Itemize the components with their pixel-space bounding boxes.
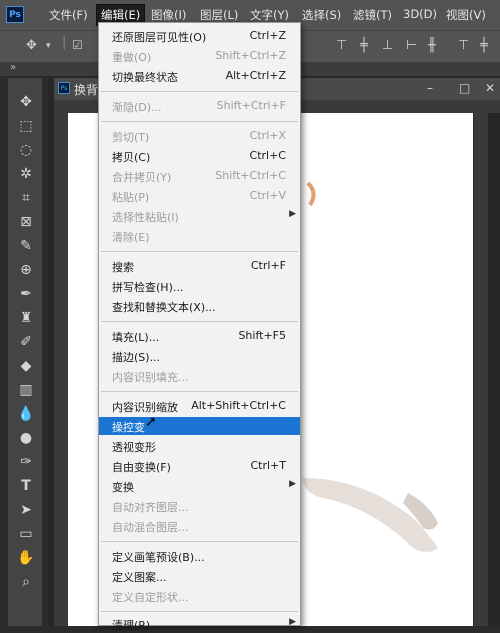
menu-item-clear[interactable]: 清除(E) bbox=[99, 227, 300, 245]
menu-separator bbox=[101, 91, 298, 92]
menu-item-define-custom-shape[interactable]: 定义自定形状... bbox=[99, 587, 300, 605]
minimize-icon[interactable]: – bbox=[427, 81, 433, 95]
menu-separator bbox=[101, 391, 298, 392]
align-left-icon[interactable]: ⊢ bbox=[406, 38, 417, 53]
menu-type[interactable]: 文字(Y) bbox=[250, 7, 289, 23]
menu-file[interactable]: 文件(F) bbox=[49, 7, 88, 23]
collapse-panels-icon[interactable]: » bbox=[10, 62, 16, 73]
edit-menu-dropdown: 还原图层可见性(O) Ctrl+Z 重做(O) Shift+Ctrl+Z 切换最终状… bbox=[98, 22, 301, 632]
photoshop-logo-icon: Ps bbox=[6, 6, 24, 23]
gradient-tool-icon[interactable]: ▥ bbox=[15, 380, 37, 400]
menu-item-purge[interactable]: 清理(R) ▶ bbox=[99, 615, 300, 633]
submenu-arrow-icon: ▶ bbox=[289, 479, 296, 489]
menu-separator bbox=[101, 121, 298, 122]
blur-tool-icon[interactable]: 💧 bbox=[15, 404, 37, 424]
menu-item-paste-special[interactable]: 选择性粘贴(I) ▶ bbox=[99, 207, 300, 225]
menu-item-search[interactable]: 搜索 Ctrl+F bbox=[99, 257, 300, 275]
menu-item-define-pattern[interactable]: 定义图案... bbox=[99, 567, 300, 585]
menu-separator bbox=[101, 611, 298, 612]
menu-item-auto-blend-layers[interactable]: 自动混合图层... bbox=[99, 517, 300, 535]
submenu-arrow-icon: ▶ bbox=[289, 209, 296, 219]
type-tool-icon[interactable]: T bbox=[15, 476, 37, 496]
menu-item-copy-merged[interactable]: 合并拷贝(Y) Shift+Ctrl+C bbox=[99, 167, 300, 185]
ps-doc-icon: Ps bbox=[58, 82, 70, 94]
eyedropper-tool-icon[interactable]: ✎ bbox=[15, 236, 37, 256]
menu-item-spell-check[interactable]: 拼写检查(H)... bbox=[99, 277, 300, 295]
watermark-brand: Bai 经验 bbox=[384, 574, 449, 592]
distribute-vcenter-icon[interactable]: ╪ bbox=[480, 38, 488, 53]
menu-separator bbox=[101, 541, 298, 542]
frame-tool-icon[interactable]: ⊠ bbox=[15, 212, 37, 232]
pen-tool-icon[interactable]: ✑ bbox=[15, 452, 37, 472]
menu-item-define-brush[interactable]: 定义画笔预设(B)... bbox=[99, 547, 300, 565]
menu-select[interactable]: 选择(S) bbox=[302, 7, 341, 23]
menu-item-free-transform[interactable]: 自由变换(F) Ctrl+T bbox=[99, 457, 300, 475]
baidu-jingyan-watermark: Bai 经验 jingyan.baidu.com bbox=[378, 572, 498, 622]
path-selection-tool-icon[interactable]: ➤ bbox=[15, 500, 37, 520]
healing-brush-tool-icon[interactable]: ⊕ bbox=[15, 260, 37, 280]
magic-wand-tool-icon[interactable]: ✲ bbox=[15, 164, 37, 184]
lasso-tool-icon[interactable]: ◌ bbox=[15, 140, 37, 160]
maximize-icon[interactable]: □ bbox=[459, 81, 470, 95]
move-tool-icon[interactable]: ✥ bbox=[26, 38, 37, 53]
menu-item-cut[interactable]: 剪切(T) Ctrl+X bbox=[99, 127, 300, 145]
auto-select-checkbox[interactable]: ☑ bbox=[72, 38, 83, 52]
menu-item-toggle-last-state[interactable]: 切换最终状态 Alt+Ctrl+Z bbox=[99, 67, 300, 85]
rectangle-tool-icon[interactable]: ▭ bbox=[15, 524, 37, 544]
menu-separator bbox=[101, 321, 298, 322]
menu-item-content-aware-fill[interactable]: 内容识别填充... bbox=[99, 367, 300, 385]
divider: | bbox=[62, 35, 67, 50]
menu-separator bbox=[101, 251, 298, 252]
history-brush-tool-icon[interactable]: ✐ bbox=[15, 332, 37, 352]
watermark-url: jingyan.baidu.com bbox=[384, 598, 468, 608]
zoom-tool-icon[interactable]: ⌕ bbox=[15, 572, 37, 592]
clone-stamp-tool-icon[interactable]: ♜ bbox=[15, 308, 37, 328]
menu-item-puppet-warp[interactable]: 操控变 bbox=[99, 417, 300, 435]
menu-3d[interactable]: 3D(D) bbox=[403, 7, 437, 21]
align-hcenter-icon[interactable]: ╫ bbox=[428, 38, 436, 53]
tool-preset-dropdown-icon[interactable]: ▾ bbox=[46, 41, 51, 51]
menu-image[interactable]: 图像(I) bbox=[151, 7, 186, 23]
vertical-scrollbar[interactable] bbox=[474, 113, 488, 626]
brush-tool-icon[interactable]: ✒ bbox=[15, 284, 37, 304]
align-vcenter-icon[interactable]: ╪ bbox=[360, 38, 368, 53]
menu-item-undo[interactable]: 还原图层可见性(O) Ctrl+Z bbox=[99, 27, 300, 45]
menu-item-fade[interactable]: 渐隐(D)... Shift+Ctrl+F bbox=[99, 97, 300, 115]
menu-layer[interactable]: 图层(L) bbox=[200, 7, 238, 23]
eraser-tool-icon[interactable]: ◆ bbox=[15, 356, 37, 376]
mouse-pointer-icon: ➚ bbox=[145, 414, 157, 430]
align-bottom-icon[interactable]: ⊥ bbox=[382, 38, 393, 53]
document-title: 换背 bbox=[74, 83, 99, 97]
menu-item-transform[interactable]: 变换 ▶ bbox=[99, 477, 300, 495]
close-icon[interactable]: ✕ bbox=[485, 81, 495, 95]
menu-item-paste[interactable]: 粘贴(P) Ctrl+V bbox=[99, 187, 300, 205]
menu-filter[interactable]: 滤镜(T) bbox=[353, 7, 392, 23]
menu-item-find-replace[interactable]: 查找和替换文本(X)... bbox=[99, 297, 300, 315]
crop-tool-icon[interactable]: ⌗ bbox=[15, 188, 37, 208]
dodge-tool-icon[interactable]: ● bbox=[15, 428, 37, 448]
vertical-ruler bbox=[54, 100, 68, 626]
menu-item-auto-align-layers[interactable]: 自动对齐图层... bbox=[99, 497, 300, 515]
align-top-icon[interactable]: ⊤ bbox=[336, 38, 347, 53]
menu-item-stroke[interactable]: 描边(S)... bbox=[99, 347, 300, 365]
move-tool-icon[interactable]: ✥ bbox=[15, 92, 37, 112]
menu-item-copy[interactable]: 拷贝(C) Ctrl+C bbox=[99, 147, 300, 165]
hand-tool-icon[interactable]: ✋ bbox=[15, 548, 37, 568]
menu-view[interactable]: 视图(V) bbox=[446, 7, 486, 23]
menu-item-fill[interactable]: 填充(L)... Shift+F5 bbox=[99, 327, 300, 345]
marquee-tool-icon[interactable]: ⬚ bbox=[15, 116, 37, 136]
distribute-top-icon[interactable]: ⊤ bbox=[458, 38, 469, 53]
tools-panel: ✥ ⬚ ◌ ✲ ⌗ ⊠ ✎ ⊕ ✒ ♜ ✐ ◆ ▥ 💧 ● ✑ T ➤ ▭ ✋ … bbox=[8, 78, 42, 626]
menu-item-perspective-warp[interactable]: 透视变形 bbox=[99, 437, 300, 455]
menu-item-redo[interactable]: 重做(O) Shift+Ctrl+Z bbox=[99, 47, 300, 65]
menu-item-content-aware-scale[interactable]: 内容识别缩放 Alt+Shift+Ctrl+C bbox=[99, 397, 300, 415]
